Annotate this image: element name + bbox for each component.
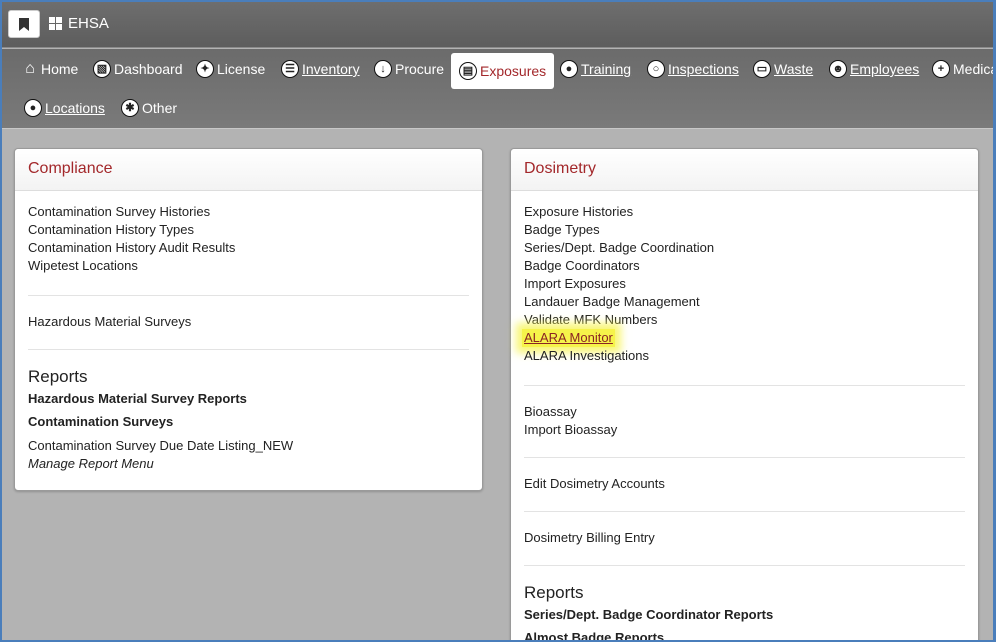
compliance-reports-title: Reports <box>28 367 88 386</box>
almost-badge-reports-heading: Almost Badge Reports <box>524 630 665 642</box>
alara-monitor-link[interactable]: ALARA Monitor <box>522 329 965 347</box>
nav-other[interactable]: ✱ Other <box>121 90 177 126</box>
inventory-icon: ☰ <box>281 60 299 78</box>
contamination-history-audit-results-link[interactable]: Contamination History Audit Results <box>28 239 469 257</box>
exposure-histories-link[interactable]: Exposure Histories <box>524 203 965 221</box>
dosimetry-panel: Dosimetry Exposure Histories Badge Types… <box>510 148 979 642</box>
download-icon: ↓ <box>374 60 392 78</box>
contamination-survey-due-date-listing-link[interactable]: Contamination Survey Due Date Listing_NE… <box>28 437 469 455</box>
bookmark-button[interactable] <box>8 10 40 38</box>
nav-exposures[interactable]: ▤ Exposures <box>451 53 555 89</box>
alara-investigations-link[interactable]: ALARA Investigations <box>524 347 965 365</box>
clipboard-icon: ▤ <box>459 62 477 80</box>
hazardous-material-survey-reports-heading: Hazardous Material Survey Reports <box>28 391 247 406</box>
plus-icon: + <box>932 60 950 78</box>
bookmark-icon <box>19 17 29 31</box>
users-icon: ☻ <box>829 60 847 78</box>
import-bioassay-link[interactable]: Import Bioassay <box>524 421 965 439</box>
dashboard-icon: ▧ <box>93 60 111 78</box>
dosimetry-billing-entry-link[interactable]: Dosimetry Billing Entry <box>524 529 965 547</box>
nav-home[interactable]: ⌂ Home <box>22 51 78 87</box>
wipetest-locations-link[interactable]: Wipetest Locations <box>28 257 469 275</box>
top-bar: EHSA <box>2 2 993 48</box>
home-icon: ⌂ <box>25 60 35 77</box>
main-nav: ⌂ Home ▧ Dashboard ✦ License ☰ Inventory… <box>2 49 996 129</box>
nav-medical[interactable]: + Medica <box>932 51 996 87</box>
manage-report-menu-link[interactable]: Manage Report Menu <box>28 455 469 473</box>
dosimetry-title: Dosimetry <box>511 149 978 191</box>
hazardous-material-surveys-link[interactable]: Hazardous Material Surveys <box>28 313 469 331</box>
badge-coordinators-link[interactable]: Badge Coordinators <box>524 257 965 275</box>
trash-icon: ▭ <box>753 60 771 78</box>
contamination-survey-histories-link[interactable]: Contamination Survey Histories <box>28 203 469 221</box>
nav-license[interactable]: ✦ License <box>196 51 265 87</box>
contamination-surveys-heading: Contamination Surveys <box>28 414 174 429</box>
training-icon: ● <box>560 60 578 78</box>
app-title: EHSA <box>68 15 109 32</box>
search-icon: ○ <box>647 60 665 78</box>
nav-inspections[interactable]: ○ Inspections <box>647 51 739 87</box>
compliance-panel: Compliance Contamination Survey Historie… <box>14 148 483 491</box>
nav-employees[interactable]: ☻ Employees <box>829 51 919 87</box>
asterisk-icon: ✱ <box>121 99 139 117</box>
dosimetry-reports-title: Reports <box>524 583 584 602</box>
nav-locations[interactable]: ● Locations <box>24 90 105 126</box>
alara-monitor-highlight: ALARA Monitor <box>522 329 615 347</box>
import-exposures-link[interactable]: Import Exposures <box>524 275 965 293</box>
compliance-title: Compliance <box>15 149 482 191</box>
apps-grid-icon <box>49 17 62 30</box>
nav-procure[interactable]: ↓ Procure <box>374 51 444 87</box>
app-brand[interactable]: EHSA <box>49 15 109 32</box>
landauer-badge-management-link[interactable]: Landauer Badge Management <box>524 293 965 311</box>
contamination-history-types-link[interactable]: Contamination History Types <box>28 221 469 239</box>
bioassay-link[interactable]: Bioassay <box>524 403 965 421</box>
nav-waste[interactable]: ▭ Waste <box>753 51 813 87</box>
map-marker-icon: ● <box>24 99 42 117</box>
wrench-icon: ✦ <box>196 60 214 78</box>
nav-inventory[interactable]: ☰ Inventory <box>281 51 360 87</box>
validate-mfk-numbers-link[interactable]: Validate MFK Numbers <box>524 311 965 329</box>
nav-dashboard[interactable]: ▧ Dashboard <box>93 51 183 87</box>
badge-coordination-link[interactable]: Series/Dept. Badge Coordination <box>524 239 965 257</box>
edit-dosimetry-accounts-link[interactable]: Edit Dosimetry Accounts <box>524 475 965 493</box>
badge-coordinator-reports-heading: Series/Dept. Badge Coordinator Reports <box>524 607 774 622</box>
badge-types-link[interactable]: Badge Types <box>524 221 965 239</box>
nav-training[interactable]: ● Training <box>560 51 631 87</box>
